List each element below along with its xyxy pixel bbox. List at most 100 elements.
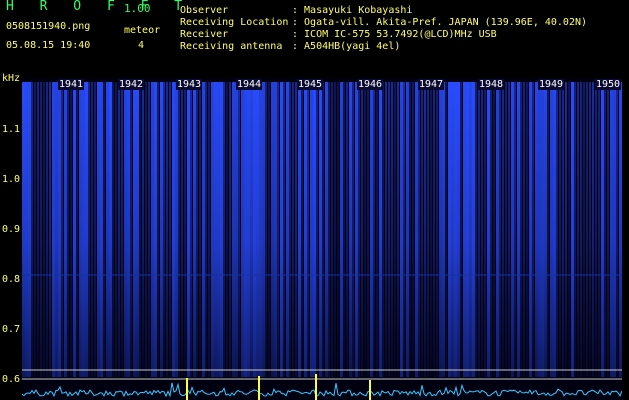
spectrogram-column xyxy=(154,82,157,377)
spectrogram-column xyxy=(133,82,136,377)
spectrogram-column xyxy=(166,82,168,377)
spectrogram-column xyxy=(301,82,303,377)
spectrogram-column xyxy=(67,82,69,377)
time-label-1945: 1945 xyxy=(297,79,324,90)
spectrogram-column xyxy=(268,82,270,377)
spectrogram-column xyxy=(292,82,294,377)
spectrogram-column xyxy=(124,82,127,377)
spectrogram-column xyxy=(406,82,409,377)
spectrogram-column xyxy=(385,82,387,377)
spectrogram-column xyxy=(304,82,307,377)
spectrogram-column xyxy=(580,82,582,377)
spectrogram-column xyxy=(25,82,28,377)
spectrogram-column xyxy=(448,82,451,377)
spectrogram-column xyxy=(496,82,499,377)
spectrogram-column xyxy=(253,82,256,377)
spectrogram-column xyxy=(556,82,558,377)
spectrogram-column xyxy=(547,82,549,377)
spectrogram-column xyxy=(388,82,390,377)
spectrogram-column xyxy=(553,82,556,377)
spectrogram-column xyxy=(529,82,532,377)
spectrogram-column xyxy=(400,82,403,377)
spectrogram-column xyxy=(481,82,483,377)
spectrogram-column xyxy=(613,82,616,377)
spectrogram-column xyxy=(226,82,228,377)
spectrogram-column xyxy=(478,82,480,377)
spectrogram-column xyxy=(208,82,210,377)
spectrogram-column xyxy=(241,82,244,377)
spectrogram-column xyxy=(457,82,460,377)
spectrogram-column xyxy=(430,82,432,377)
spectrogram-column xyxy=(586,82,588,377)
spectrogram-column xyxy=(511,82,514,377)
spectrogram-column xyxy=(550,82,553,377)
spectrogram-column xyxy=(382,82,384,377)
spectrogram-column xyxy=(157,82,159,377)
spectrogram-column xyxy=(238,82,240,377)
spectrogram-column xyxy=(379,82,382,377)
spectrogram-column xyxy=(574,82,576,377)
spectrogram-column xyxy=(328,82,330,377)
spectrogram-column xyxy=(193,82,196,377)
spectrogram-column xyxy=(202,82,205,377)
spectrogram-column xyxy=(235,82,238,377)
spectrogram-column xyxy=(271,82,274,377)
file-name: 0508151940.png xyxy=(6,21,91,32)
spectrogram-column xyxy=(361,82,363,377)
spectrogram-column xyxy=(565,82,567,377)
freq-label-0-8: 0.8 xyxy=(1,274,20,285)
location-key: Receiving Location xyxy=(180,17,289,28)
spectrogram-column xyxy=(169,82,171,377)
spectrogram-column xyxy=(349,82,352,377)
spectrogram-column xyxy=(397,82,399,377)
spectrogram-column xyxy=(526,82,528,377)
spectrogram-column xyxy=(211,82,214,377)
observer-value: : Masayuki Kobayashi xyxy=(292,5,413,16)
spectrogram-column xyxy=(55,82,58,377)
spectrogram-column xyxy=(355,82,358,377)
spectrogram-column xyxy=(295,82,297,377)
time-label-1950: 1950 xyxy=(595,79,622,90)
spectrogram-column xyxy=(502,82,504,377)
app-name: H R O F F T xyxy=(6,0,192,14)
freq-label-0-9: 0.9 xyxy=(1,224,20,235)
location-value: : Ogata-vill. Akita-Pref. JAPAN (139.96E… xyxy=(292,17,588,28)
file-datetime: 05.08.15 19:40 xyxy=(6,40,91,51)
spectrogram-column xyxy=(451,82,454,377)
spectrogram xyxy=(22,78,622,400)
spectrogram-column xyxy=(247,82,250,377)
spectrogram-column xyxy=(514,82,516,377)
time-label-1942: 1942 xyxy=(118,79,145,90)
spectrogram-column xyxy=(73,82,76,377)
spectrogram-column xyxy=(37,82,39,377)
spectrogram-column xyxy=(352,82,354,377)
spectrogram-column xyxy=(322,82,324,377)
spectrogram-column xyxy=(145,82,147,377)
spectrogram-column xyxy=(70,82,72,377)
spectrogram-column xyxy=(619,82,622,377)
freq-label-0-6: 0.6 xyxy=(1,374,20,385)
time-label-1941: 1941 xyxy=(58,79,85,90)
spectrogram-column xyxy=(106,82,109,377)
spectrogram-column xyxy=(229,82,231,377)
spectrogram-column xyxy=(499,82,501,377)
spectrogram-column xyxy=(115,82,117,377)
spectrogram-column xyxy=(424,82,426,377)
spectrogram-column xyxy=(181,82,183,377)
spectrogram-column xyxy=(325,82,328,377)
spectrogram-column xyxy=(46,82,48,377)
spectrogram-column xyxy=(289,82,291,377)
meteor-count: 4 xyxy=(138,40,145,51)
spectrogram-column xyxy=(475,82,477,377)
spectrogram-column xyxy=(493,82,495,377)
spectrogram-column xyxy=(490,82,492,377)
spectrogram-column xyxy=(346,82,348,377)
spectrogram-column xyxy=(109,82,112,377)
spectrogram-column xyxy=(265,82,267,377)
spectrogram-column xyxy=(190,82,192,377)
spectrogram-column xyxy=(466,82,469,377)
spectrogram-column xyxy=(121,82,123,377)
spectrogram-column xyxy=(523,82,525,377)
spectrogram-column xyxy=(592,82,594,377)
spectrogram-column xyxy=(256,82,259,377)
